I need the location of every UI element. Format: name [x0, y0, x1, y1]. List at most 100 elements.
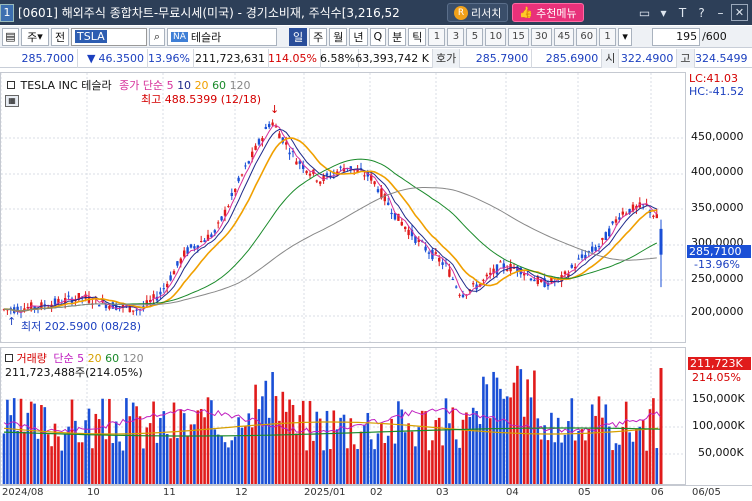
- candle-body: [390, 212, 393, 215]
- volume-bar: [604, 404, 608, 484]
- y-tick-350: 350,0000: [691, 201, 744, 214]
- volume-bar: [213, 429, 217, 484]
- candle-body: [400, 222, 403, 226]
- period-year[interactable]: 년: [349, 27, 368, 46]
- volume-bar: [155, 442, 159, 484]
- search-icon[interactable]: ⌕: [149, 27, 165, 46]
- volume-bar: [607, 426, 611, 484]
- period-tick[interactable]: 틱: [408, 27, 427, 46]
- period-day[interactable]: 일: [289, 27, 308, 46]
- recommend-menu-button[interactable]: 👍 추천메뉴: [512, 3, 584, 22]
- stock-name-field[interactable]: NA 테슬라: [167, 27, 277, 46]
- volume-bar: [91, 448, 94, 484]
- volume-bar: [40, 404, 43, 484]
- volume-bar: [182, 413, 186, 484]
- interval-custom[interactable]: 1: [599, 27, 617, 46]
- volume-bar: [12, 398, 16, 484]
- candle-body: [193, 246, 196, 249]
- count-input[interactable]: 195: [652, 27, 701, 46]
- volume-bar: [267, 417, 271, 484]
- volume-bar: [553, 442, 557, 484]
- x-tick: 06: [651, 487, 664, 498]
- candle-body: [203, 240, 206, 243]
- volume-bar: [505, 396, 509, 484]
- close-icon[interactable]: ✕: [731, 4, 748, 21]
- volume-bar: [210, 400, 213, 484]
- ma-line: [3, 128, 657, 312]
- interval-45[interactable]: 45: [553, 27, 575, 46]
- type-select[interactable]: 주 ▾: [21, 27, 49, 46]
- period-minute[interactable]: 분: [388, 27, 407, 46]
- grid-icon[interactable]: ▦: [5, 95, 19, 107]
- interval-60[interactable]: 60: [576, 27, 598, 46]
- interval-30[interactable]: 30: [530, 27, 552, 46]
- vol-tick-150k: 150,000K: [692, 392, 745, 405]
- volume-bar: [43, 407, 47, 484]
- candle-body: [315, 180, 318, 182]
- price-chart-panel[interactable]: ↓ ↑ TESLA INC 테슬라 종가 단순 5 10 20 60 120 최고…: [0, 72, 686, 343]
- interval-15[interactable]: 15: [508, 27, 529, 46]
- volume-bar: [352, 444, 356, 484]
- volume-bar: [533, 370, 536, 484]
- period-month[interactable]: 월: [329, 27, 348, 46]
- volume-bar: [60, 450, 64, 484]
- volume-bar: [444, 398, 448, 484]
- volume-bar: [19, 398, 23, 484]
- volume-bar: [509, 397, 512, 484]
- window-icon[interactable]: ▭: [636, 4, 653, 21]
- volume-bar: [203, 417, 206, 484]
- text-size-icon[interactable]: T: [674, 4, 691, 21]
- volume-bar: [407, 423, 410, 484]
- dropdown-icon[interactable]: ▾: [618, 27, 633, 46]
- x-tick: 11: [163, 487, 176, 498]
- volume-chart-panel[interactable]: 거래량 단순 5 20 60 120 211,723,488주(214.05%): [0, 347, 686, 485]
- count-total: /600: [702, 30, 727, 43]
- volume-bar: [233, 436, 237, 484]
- volume-bar: [451, 407, 455, 484]
- symbol-input[interactable]: TSLA: [71, 27, 147, 46]
- volume-bar: [281, 391, 285, 484]
- interval-5[interactable]: 5: [466, 27, 484, 46]
- minimize-icon[interactable]: –: [712, 4, 729, 21]
- period-quarter[interactable]: Q: [369, 27, 387, 46]
- interval-1[interactable]: 1: [428, 27, 446, 46]
- volume-bar: [373, 449, 376, 484]
- prev-button[interactable]: 전: [51, 27, 69, 46]
- volume-bar: [26, 412, 30, 484]
- vol-tick-50k: 50,000K: [698, 446, 744, 459]
- pin-icon[interactable]: ▾: [655, 4, 672, 21]
- candle-body: [295, 161, 298, 165]
- research-button[interactable]: R 리서치: [447, 3, 509, 22]
- volume-bar: [94, 413, 98, 484]
- volume-bar: [278, 420, 281, 484]
- candle-body: [536, 276, 539, 284]
- ask-price: 285.6900: [532, 48, 603, 68]
- volume-bar: [84, 420, 87, 484]
- y-tick-400: 400,0000: [691, 165, 744, 178]
- recommend-label: 추천메뉴: [536, 6, 577, 20]
- volume-bar: [502, 398, 506, 484]
- volume-bar: [420, 410, 424, 484]
- ma-line: [3, 187, 657, 312]
- volume-bar: [652, 398, 655, 484]
- change-pct: 13.96%: [148, 48, 194, 68]
- question-icon[interactable]: ?: [693, 4, 710, 21]
- ma-line: [3, 158, 658, 312]
- volume-bar: [478, 424, 482, 484]
- volume-bar: [485, 384, 489, 484]
- volume-bar: [308, 401, 312, 484]
- interval-10[interactable]: 10: [485, 27, 507, 46]
- candle-body: [407, 229, 410, 236]
- candle-body: [223, 209, 227, 216]
- candle-body: [274, 126, 278, 128]
- candle-body: [455, 286, 458, 288]
- quote-strip: 285.7000 ▼ 46.3500 13.96% 211,723,631 114…: [0, 48, 752, 68]
- volume-bar: [220, 435, 223, 484]
- candle-body: [458, 294, 461, 296]
- volume-bar: [312, 440, 315, 484]
- volume-bar: [33, 403, 36, 484]
- price-chart[interactable]: ↓↑: [0, 73, 685, 342]
- interval-3[interactable]: 3: [447, 27, 465, 46]
- period-week[interactable]: 주: [309, 27, 328, 46]
- chart-menu-icon[interactable]: ▤: [2, 27, 19, 46]
